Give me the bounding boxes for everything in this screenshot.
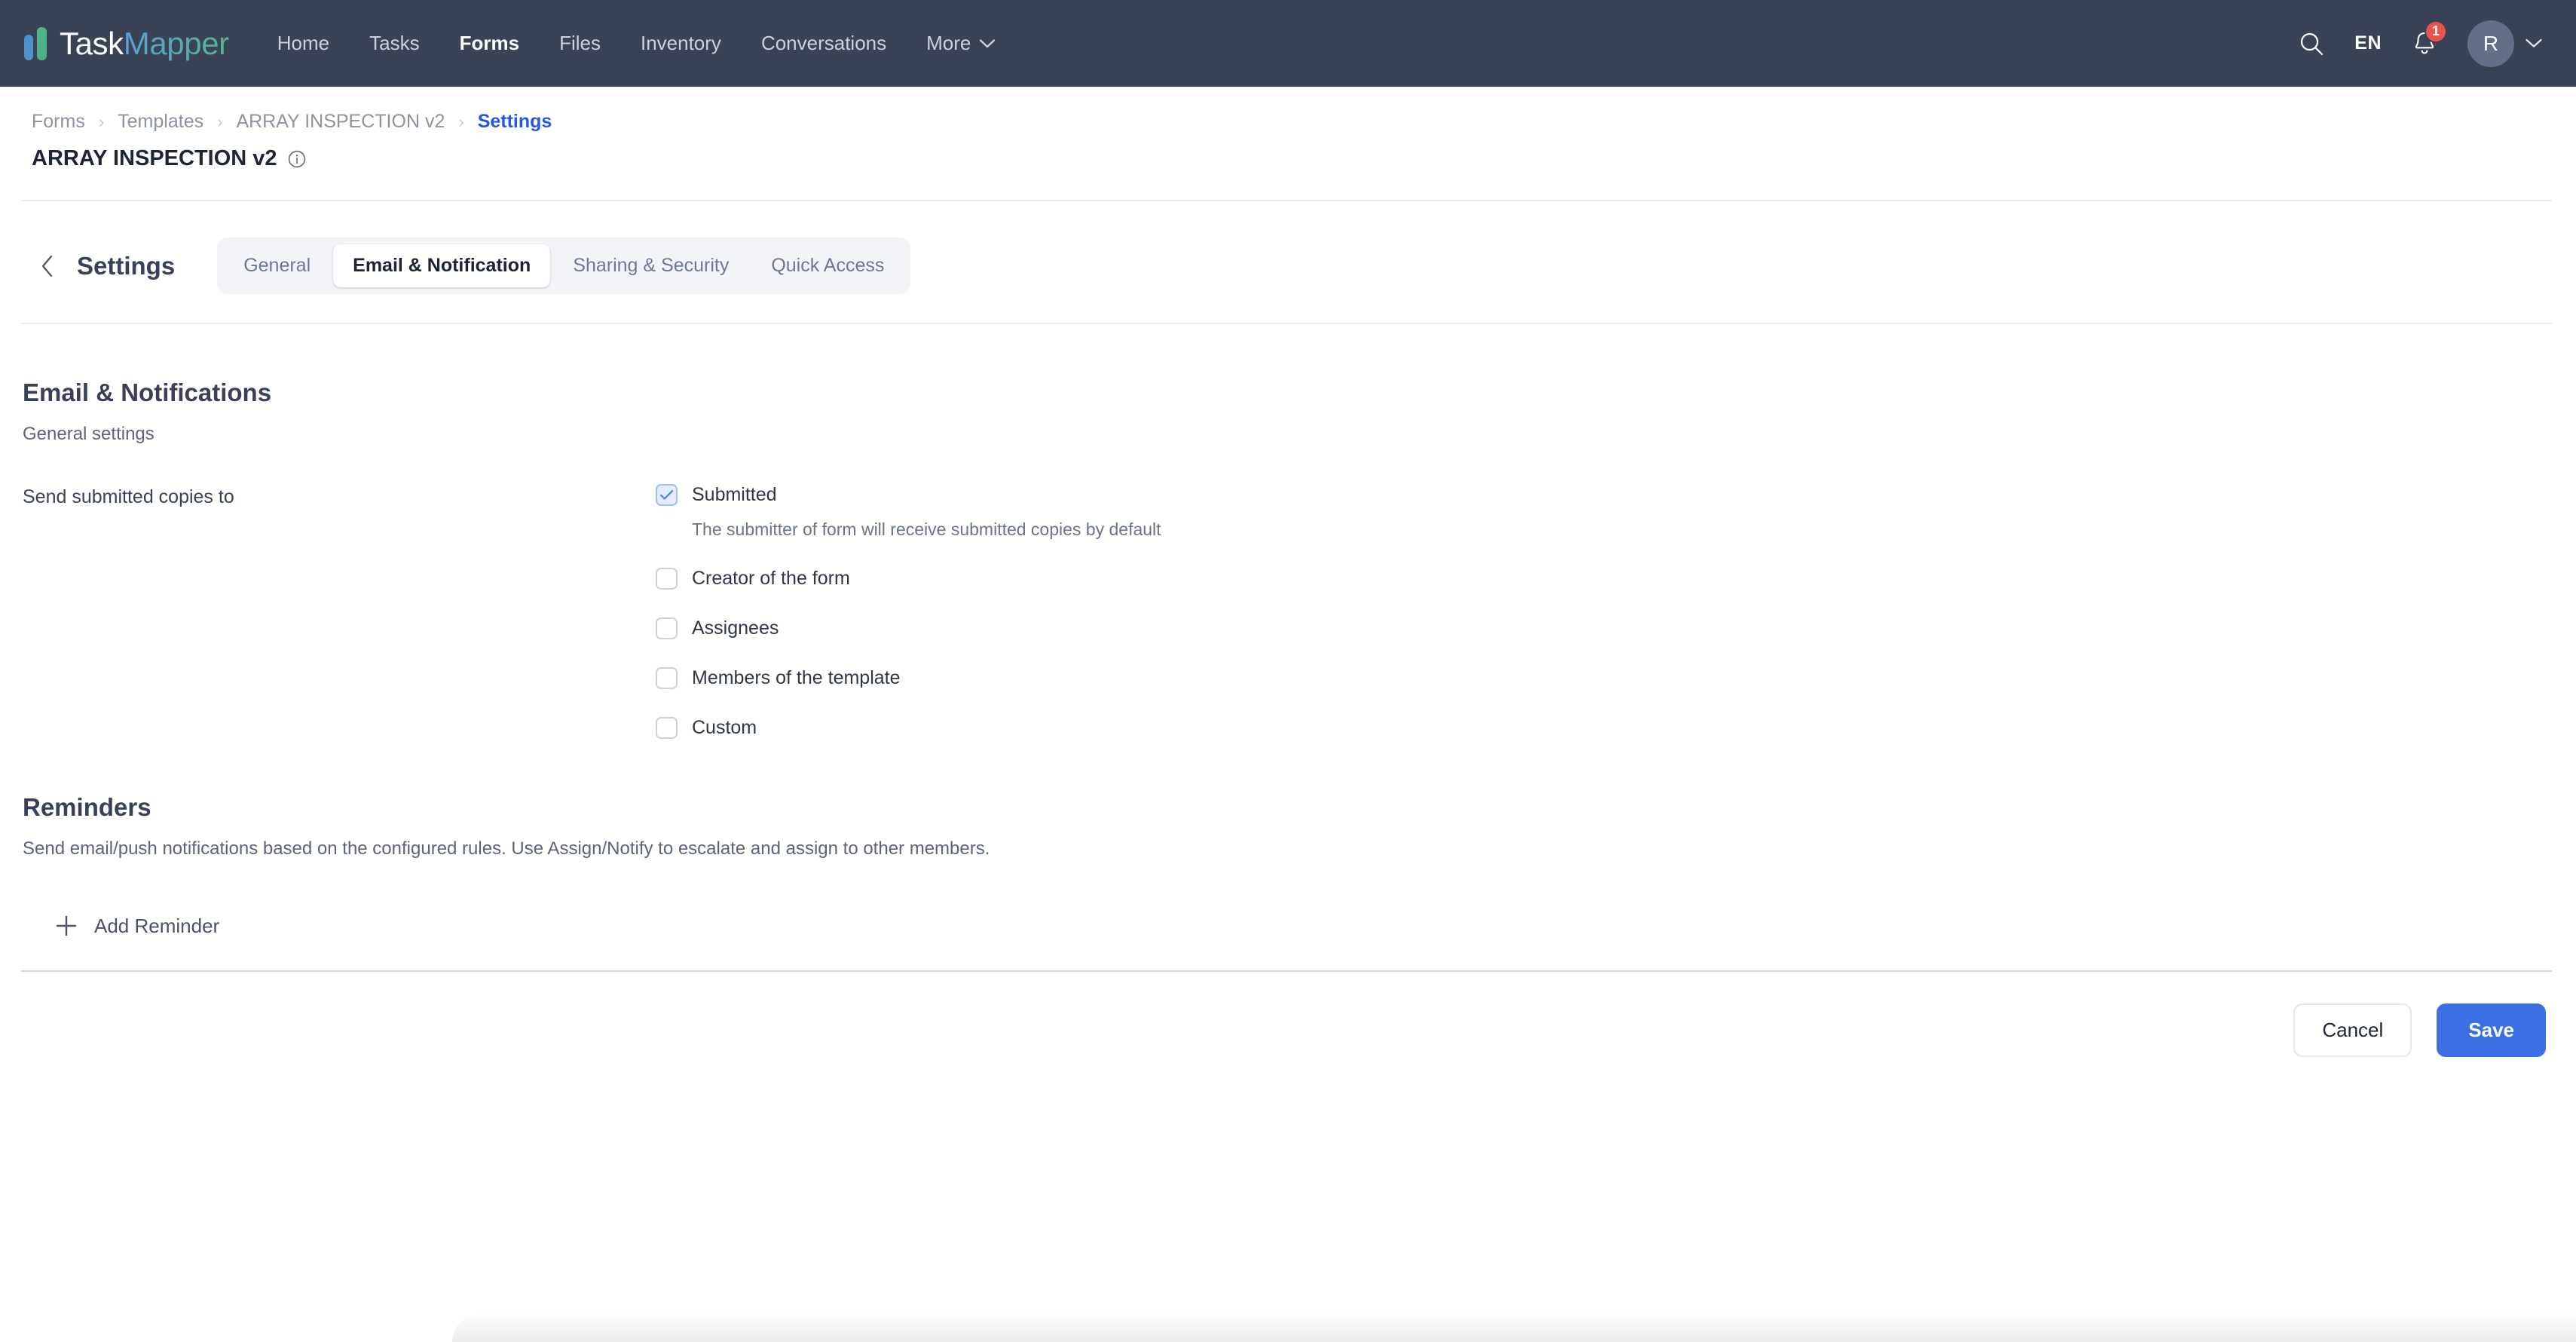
tab-general[interactable]: General xyxy=(224,244,330,287)
checkbox-label-assignees: Assignees xyxy=(692,617,779,639)
breadcrumb-item-templates[interactable]: Templates xyxy=(118,111,203,133)
settings-tabs-row: Settings General Email & Notification Sh… xyxy=(0,201,2576,294)
navbar-actions: EN 1 R xyxy=(2299,20,2543,67)
language-selector[interactable]: EN xyxy=(2354,32,2382,54)
logo-mark-icon xyxy=(24,26,47,60)
nav-item-more[interactable]: More xyxy=(926,32,996,55)
logo-bar-green xyxy=(37,26,47,60)
brand-logo[interactable]: TaskMapper xyxy=(24,26,229,62)
checkbox-label-creator: Creator of the form xyxy=(692,568,850,589)
search-icon xyxy=(2301,32,2324,55)
chevron-left-icon xyxy=(41,255,53,277)
settings-content: Email & Notifications General settings S… xyxy=(0,378,2576,942)
plus-icon xyxy=(56,915,77,936)
chevron-down-icon xyxy=(980,38,996,47)
tab-email-notification[interactable]: Email & Notification xyxy=(333,244,551,287)
add-reminder-label: Add Reminder xyxy=(94,914,220,937)
breadcrumb-area: Forms › Templates › ARRAY INSPECTION v2 … xyxy=(0,87,2576,171)
tab-sharing-security[interactable]: Sharing & Security xyxy=(553,244,748,287)
avatar: R xyxy=(2467,20,2514,67)
nav-more-label: More xyxy=(926,32,971,54)
nav-item-home[interactable]: Home xyxy=(277,32,329,55)
breadcrumb-separator: › xyxy=(217,112,223,131)
settings-heading: Settings xyxy=(77,251,176,280)
checkbox-submitted[interactable] xyxy=(656,484,678,506)
breadcrumb-separator: › xyxy=(458,112,464,131)
primary-nav: Home Tasks Forms Files Inventory Convers… xyxy=(277,32,996,55)
nav-item-conversations[interactable]: Conversations xyxy=(761,32,886,55)
notification-badge: 1 xyxy=(2425,20,2447,43)
checkbox-row-submitted[interactable]: Submitted xyxy=(656,484,1161,506)
add-reminder-button[interactable]: Add Reminder xyxy=(54,914,219,938)
breadcrumb-item-forms[interactable]: Forms xyxy=(32,111,85,133)
checkbox-custom[interactable] xyxy=(656,717,678,739)
brand-name-part1: Task xyxy=(60,25,124,61)
check-icon xyxy=(659,490,674,500)
info-circle-icon[interactable] xyxy=(287,149,307,169)
breadcrumb-separator: › xyxy=(98,112,105,131)
divider-below-tabs xyxy=(21,323,2552,324)
checkbox-members-of-the-template[interactable] xyxy=(656,667,678,689)
page-title: ARRAY INSPECTION v2 xyxy=(32,146,277,170)
checkbox-hint-submitted: The submitter of form will receive submi… xyxy=(692,519,1161,539)
save-button[interactable]: Save xyxy=(2437,1003,2546,1057)
checkbox-assignees[interactable] xyxy=(656,617,678,639)
top-navbar: TaskMapper Home Tasks Forms Files Invent… xyxy=(0,0,2576,87)
bottom-panel-edge xyxy=(452,1313,2576,1342)
user-menu[interactable]: R xyxy=(2467,20,2543,67)
reminders-section-subtitle: Send email/push notifications based on t… xyxy=(23,838,990,859)
checkbox-label-custom: Custom xyxy=(692,717,757,738)
send-copies-label: Send submitted copies to xyxy=(23,486,234,507)
breadcrumb: Forms › Templates › ARRAY INSPECTION v2 … xyxy=(32,111,2576,133)
send-copies-field: Send submitted copies to Submitted The s… xyxy=(23,484,2576,739)
brand-name-part2: Mapper xyxy=(123,25,229,61)
checkbox-row-members[interactable]: Members of the template xyxy=(656,667,1161,689)
send-copies-options: Submitted The submitter of form will rec… xyxy=(656,484,1161,739)
tab-quick-access[interactable]: Quick Access xyxy=(751,244,904,287)
page-title-row: ARRAY INSPECTION v2 xyxy=(32,146,2576,171)
nav-item-inventory[interactable]: Inventory xyxy=(641,32,721,55)
nav-item-tasks[interactable]: Tasks xyxy=(369,32,419,55)
email-section-subtitle: General settings xyxy=(23,424,154,444)
checkbox-row-assignees[interactable]: Assignees xyxy=(656,617,1161,639)
checkbox-label-submitted: Submitted xyxy=(692,484,777,505)
breadcrumb-item-settings[interactable]: Settings xyxy=(478,111,552,133)
reminders-section-title: Reminders xyxy=(23,793,151,821)
chevron-down-icon xyxy=(2526,38,2542,47)
checkbox-creator-of-the-form[interactable] xyxy=(656,568,678,590)
cancel-button[interactable]: Cancel xyxy=(2293,1003,2412,1057)
notifications-button[interactable]: 1 xyxy=(2412,20,2447,57)
checkbox-label-members: Members of the template xyxy=(692,667,901,688)
search-button[interactable] xyxy=(2299,31,2324,57)
back-button[interactable] xyxy=(41,255,54,277)
checkbox-row-custom[interactable]: Custom xyxy=(656,717,1161,739)
footer-actions: Cancel Save xyxy=(0,972,2576,1057)
breadcrumb-item-array-inspection[interactable]: ARRAY INSPECTION v2 xyxy=(236,111,445,133)
email-section-title: Email & Notifications xyxy=(23,378,272,406)
settings-tab-group: General Email & Notification Sharing & S… xyxy=(217,237,911,294)
nav-item-files[interactable]: Files xyxy=(559,32,601,55)
brand-name: TaskMapper xyxy=(60,26,229,62)
logo-bar-blue xyxy=(24,34,33,60)
nav-item-forms[interactable]: Forms xyxy=(460,32,519,55)
checkbox-row-creator[interactable]: Creator of the form xyxy=(656,568,1161,590)
